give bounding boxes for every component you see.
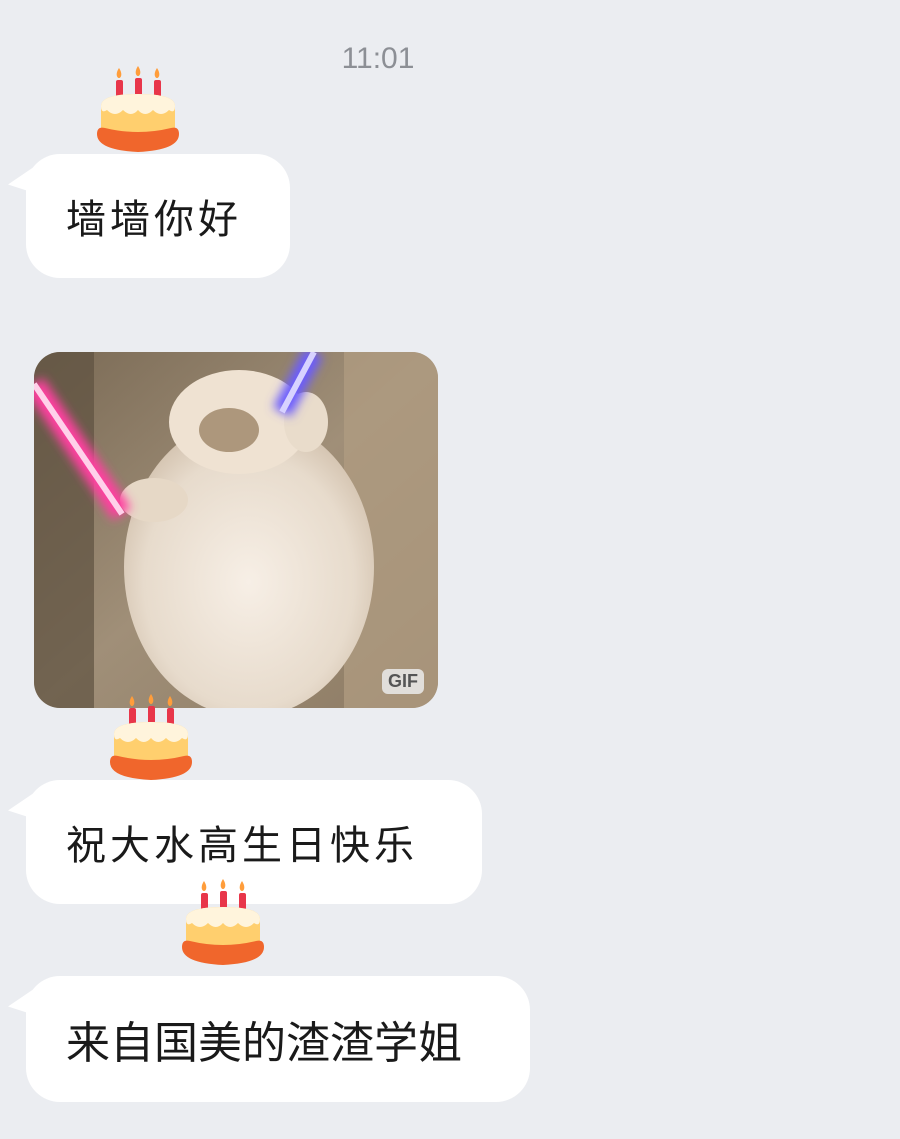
birthday-cake-icon	[97, 66, 179, 152]
cat-lightsaber-image	[34, 352, 438, 708]
message-text: 祝大水高生日快乐	[66, 823, 418, 869]
message-bubble[interactable]: 来自国美的渣渣学姐	[26, 976, 530, 1102]
message-row: 墙墙你好	[8, 154, 290, 278]
gif-badge: GIF	[382, 669, 424, 694]
message-text: 来自国美的渣渣学姐	[66, 1018, 462, 1069]
message-row: 来自国美的渣渣学姐	[8, 976, 530, 1102]
birthday-cake-icon	[110, 694, 192, 780]
gif-message[interactable]: GIF	[34, 352, 438, 708]
message-text: 墙墙你好	[66, 197, 242, 243]
message-bubble[interactable]: 墙墙你好	[26, 154, 290, 278]
birthday-cake-icon	[182, 879, 264, 965]
